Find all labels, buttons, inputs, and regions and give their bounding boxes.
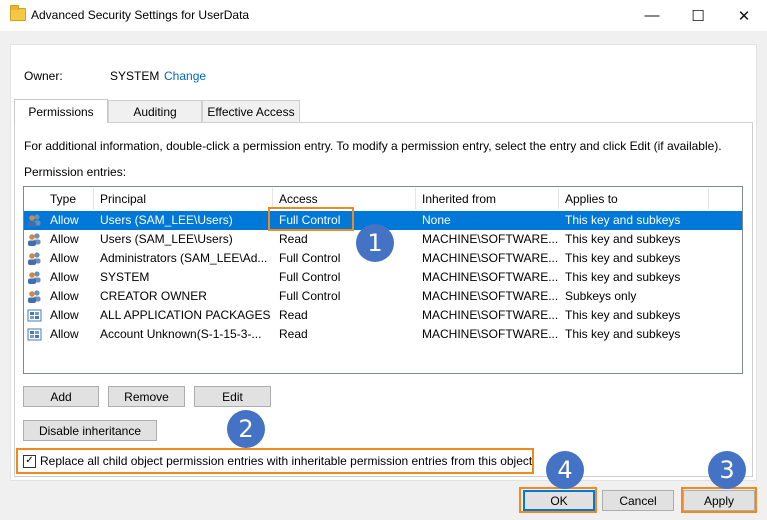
tab-permissions[interactable]: Permissions xyxy=(14,99,108,123)
window-title: Advanced Security Settings for UserData xyxy=(31,8,250,22)
users-icon xyxy=(27,232,42,247)
cell-principal: Users (SAM_LEE\Users) xyxy=(100,213,233,227)
cell-principal: Administrators (SAM_LEE\Ad... xyxy=(100,251,268,265)
cell-applies: This key and subkeys xyxy=(565,232,681,246)
cell-inherited: None xyxy=(422,213,451,227)
cell-type: Allow xyxy=(50,251,79,265)
step-badge-2: 2 xyxy=(227,410,265,448)
cell-inherited: MACHINE\SOFTWARE... xyxy=(422,232,559,246)
highlight-ok-button xyxy=(519,487,597,513)
owner-label: Owner: xyxy=(24,69,63,83)
step-badge-4: 4 xyxy=(546,451,584,489)
cell-inherited: MACHINE\SOFTWARE... xyxy=(422,308,559,322)
users-icon xyxy=(27,270,42,285)
owner-value: SYSTEM xyxy=(110,69,160,83)
folder-icon xyxy=(10,5,26,21)
highlight-replace-option xyxy=(16,448,534,474)
cell-applies: This key and subkeys xyxy=(565,270,681,284)
table-row[interactable]: Allow Account Unknown(S-1-15-3-... Read MAC… xyxy=(24,325,742,344)
users-icon xyxy=(27,251,42,266)
cell-applies: This key and subkeys xyxy=(565,213,681,227)
column-header-applies-to[interactable]: Applies to xyxy=(559,188,709,209)
column-header-inherited-from[interactable]: Inherited from xyxy=(416,188,559,209)
table-row[interactable]: Allow ALL APPLICATION PACKAGES Read MACHINE… xyxy=(24,306,742,325)
package-icon xyxy=(27,327,42,342)
cell-inherited: MACHINE\SOFTWARE... xyxy=(422,327,559,341)
package-icon xyxy=(27,308,42,323)
users-icon xyxy=(27,213,42,228)
users-icon xyxy=(27,289,42,304)
step-badge-3: 3 xyxy=(708,451,746,489)
cell-access: Read xyxy=(279,232,308,246)
change-owner-link[interactable]: Change xyxy=(164,69,206,83)
table-row[interactable]: Allow SYSTEM Full Control MACHINE\SOFTWARE.… xyxy=(24,268,742,287)
cell-access: Read xyxy=(279,327,308,341)
column-header-principal[interactable]: Principal xyxy=(94,188,273,209)
cell-principal: SYSTEM xyxy=(100,270,150,284)
close-button[interactable]: ✕ xyxy=(721,0,767,31)
cell-access: Full Control xyxy=(279,270,341,284)
cell-inherited: MACHINE\SOFTWARE... xyxy=(422,270,559,284)
info-text: For additional information, double-click… xyxy=(24,139,722,153)
tab-auditing[interactable]: Auditing xyxy=(108,100,202,122)
column-header-type[interactable]: Type xyxy=(44,188,94,209)
column-header-access[interactable]: Access xyxy=(273,188,416,209)
cancel-button[interactable]: Cancel xyxy=(602,490,674,511)
cell-access: Full Control xyxy=(279,251,341,265)
minimize-button[interactable]: — xyxy=(629,0,675,31)
cell-applies: Subkeys only xyxy=(565,289,637,303)
highlight-apply-button xyxy=(681,487,757,513)
cell-principal: Users (SAM_LEE\Users) xyxy=(100,232,233,246)
table-row[interactable]: Allow CREATOR OWNER Full Control MACHINE\SO… xyxy=(24,287,742,306)
cell-type: Allow xyxy=(50,327,79,341)
cell-type: Allow xyxy=(50,308,79,322)
cell-principal: CREATOR OWNER xyxy=(100,289,207,303)
cell-inherited: MACHINE\SOFTWARE... xyxy=(422,289,559,303)
cell-type: Allow xyxy=(50,289,79,303)
cell-type: Allow xyxy=(50,213,79,227)
step-badge-1: 1 xyxy=(356,224,394,262)
cell-access: Read xyxy=(279,308,308,322)
maximize-button[interactable]: ☐ xyxy=(675,0,721,31)
remove-button[interactable]: Remove xyxy=(108,386,185,407)
edit-button[interactable]: Edit xyxy=(194,386,271,407)
highlight-full-control xyxy=(268,207,354,231)
cell-applies: This key and subkeys xyxy=(565,327,681,341)
cell-inherited: MACHINE\SOFTWARE... xyxy=(422,251,559,265)
cell-applies: This key and subkeys xyxy=(565,251,681,265)
cell-applies: This key and subkeys xyxy=(565,308,681,322)
tab-effective-access[interactable]: Effective Access xyxy=(202,100,300,122)
add-button[interactable]: Add xyxy=(23,386,99,407)
cell-access: Full Control xyxy=(279,289,341,303)
cell-principal: Account Unknown(S-1-15-3-... xyxy=(100,327,262,341)
cell-principal: ALL APPLICATION PACKAGES xyxy=(100,308,271,322)
cell-type: Allow xyxy=(50,232,79,246)
disable-inheritance-button[interactable]: Disable inheritance xyxy=(23,420,157,441)
cell-type: Allow xyxy=(50,270,79,284)
permission-entries-label: Permission entries: xyxy=(24,165,127,179)
